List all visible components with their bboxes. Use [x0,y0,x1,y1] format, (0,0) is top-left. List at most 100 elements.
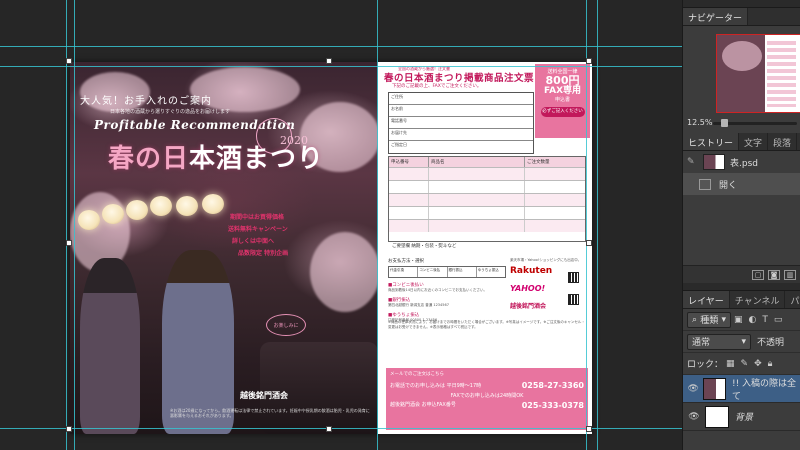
type-filter-icon[interactable]: T [762,315,768,325]
lock-all-icon[interactable]: 🔒︎ [768,359,773,369]
form-row: お届け先 [389,129,533,141]
lock-row: ロック： ▦ ✎ ✥ 🔒︎ [683,353,800,375]
qr-code-icon [568,272,579,283]
guide-horizontal[interactable] [0,46,682,47]
footer-fax-row: 越後銘門酒会 お申込FAX番号 025-333-0378 [386,400,588,411]
payment-section: お支払方法・選択 代金引換 コンビニ後払 銀行振込 ゆうちょ振込 ■コンビニ後払… [388,258,506,323]
qr-code-icon [568,294,579,305]
guide-vertical[interactable] [597,0,598,450]
layers-panel: ⌕ 種類 ▾ ▣ ◐ T ▭ 通常 ▾ 不透明 ロック： ▦ ✎ ✥ 🔒︎ 👁︎ [683,309,800,431]
lock-label: ロック： [687,360,724,370]
lock-transparency-icon[interactable]: ▦ [726,359,735,369]
tab-history[interactable]: ヒストリー [683,133,740,150]
transform-handle[interactable] [586,58,592,64]
navigator-thumbnail[interactable] [716,34,800,113]
layer-filter-select[interactable]: ⌕ 種類 ▾ [687,311,731,328]
kimono-figure-left [80,258,140,434]
notice-text: ※商品の在庫状況により、お届けまでお時間をいただく場合がございます。※写真はイメ… [388,320,585,329]
front-subline: 日本各地の酒蔵から選りすぐりの逸品をお届けします [110,109,231,115]
payment-option: コンビニ後払 [418,267,448,277]
front-title-b: 本酒まつり [189,144,325,174]
tab-character[interactable]: 文字 [739,133,769,150]
panel-collapse-bar[interactable] [683,283,800,291]
history-snapshot[interactable]: ✎ 表.psd [683,151,800,173]
layer-name: 背景 [735,413,754,423]
blend-mode-value: 通常 [692,338,711,348]
front-red-line: 詳しくは中面へ [232,238,275,245]
layer-item-notes[interactable]: 👁︎ !! 入稿の際は全て [683,375,800,403]
guide-horizontal[interactable] [0,428,682,429]
payment-option: ゆうちょ振込 [477,268,499,272]
order-table-header: 申込番号 商品名 ご注文数量 [389,157,585,167]
order-note: ご要望欄 納期・包装・熨斗など [392,244,457,249]
blend-mode-select[interactable]: 通常 ▾ [687,333,751,350]
order-col-header: 申込番号 [389,157,429,167]
transform-handle[interactable] [586,240,592,246]
tab-navigator[interactable]: ナビゲーター [683,8,749,25]
new-document-icon[interactable]: ▢ [752,269,764,280]
order-col-header: 商品名 [429,157,525,167]
snapshot-thumbnail [703,154,725,170]
lock-position-icon[interactable]: ✥ [754,359,762,369]
panel-collapse-bar[interactable] [683,0,800,8]
opacity-label[interactable]: 不透明 [757,335,784,348]
adjustment-filter-icon[interactable]: ◐ [749,315,757,325]
transform-handle[interactable] [326,426,332,432]
zoom-slider[interactable] [713,119,797,127]
navigator-zoom-value[interactable]: 12.5% [687,118,712,127]
layer-filter-label: 種類 [700,316,719,326]
payment-option: 銀行振込 [448,267,477,277]
transform-handle[interactable] [66,426,72,432]
tab-layers[interactable]: レイヤー [683,291,730,308]
transform-handle[interactable] [66,58,72,64]
eye-icon[interactable]: 👁︎ [683,384,703,394]
order-table: 申込番号 商品名 ご注文数量 [388,156,586,242]
yahoo-logo: YAHOO! [510,283,546,293]
transform-handle[interactable] [66,240,72,246]
camera-icon[interactable]: ◙ [768,269,780,280]
front-red-line: 送料無料キャンペーン [228,226,288,233]
document-icon [699,178,711,190]
blend-row: 通常 ▾ 不透明 [683,331,800,353]
layer-item-background[interactable]: 👁︎ 背景 [683,403,800,431]
history-panel: ✎ 表.psd 開く ▢ ◙ ▥ [683,151,800,283]
tab-paragraph[interactable]: 段落 [768,133,798,150]
layer-thumbnail [703,377,726,400]
eye-icon[interactable]: 👁︎ [683,412,705,422]
payment-header: お支払方法・選択 [388,259,424,264]
lantern [126,200,148,220]
guide-vertical[interactable] [74,0,75,450]
guide-vertical[interactable] [377,0,378,450]
lantern [176,196,198,216]
front-brand: 越後銘門酒会 [240,391,288,400]
address-form: ご住所 お名前 電話番号 お届け先 ご指定日 [388,92,534,154]
document-artboard[interactable]: 大人気！お手入れのご案内 日本各地の酒蔵から選りすぐりの逸品をお届けします Pr… [70,62,592,434]
transform-handle[interactable] [586,426,592,432]
transform-handle[interactable] [326,58,332,64]
brush-icon[interactable]: ✎ [687,157,699,167]
guide-vertical[interactable] [586,0,587,450]
tab-paths[interactable]: パス [785,291,800,308]
trash-icon[interactable]: ▥ [784,269,796,280]
guide-horizontal[interactable] [0,66,682,67]
navigator-form-preview [766,41,796,107]
fax-line4: 申込書 [554,97,570,103]
lock-pixels-icon[interactable]: ✎ [741,359,749,369]
table-row [389,193,585,206]
front-kicker: 大人気！お手入れのご案内 [80,96,212,107]
front-stamp: お楽しみに [266,314,306,336]
search-icon: ⌕ [692,314,698,325]
kimono-figure-right [162,250,234,434]
tab-channels[interactable]: チャンネル [730,291,786,308]
zoom-slider-knob[interactable] [721,119,728,127]
payment-option: 代金引換 [389,267,419,277]
image-filter-icon[interactable]: ▣ [734,315,743,325]
history-step[interactable]: 開く [683,173,800,195]
footer-email-line: メールでのご注文はこちら [390,372,444,377]
shape-filter-icon[interactable]: ▭ [774,315,783,325]
guide-vertical[interactable] [66,0,67,450]
crowd-background [260,342,378,434]
layer-thumbnail [705,405,729,428]
document-canvas[interactable]: 大人気！お手入れのご案内 日本各地の酒蔵から選りすぐりの逸品をお届けします Pr… [0,0,682,450]
navigator-blossom [722,41,762,71]
